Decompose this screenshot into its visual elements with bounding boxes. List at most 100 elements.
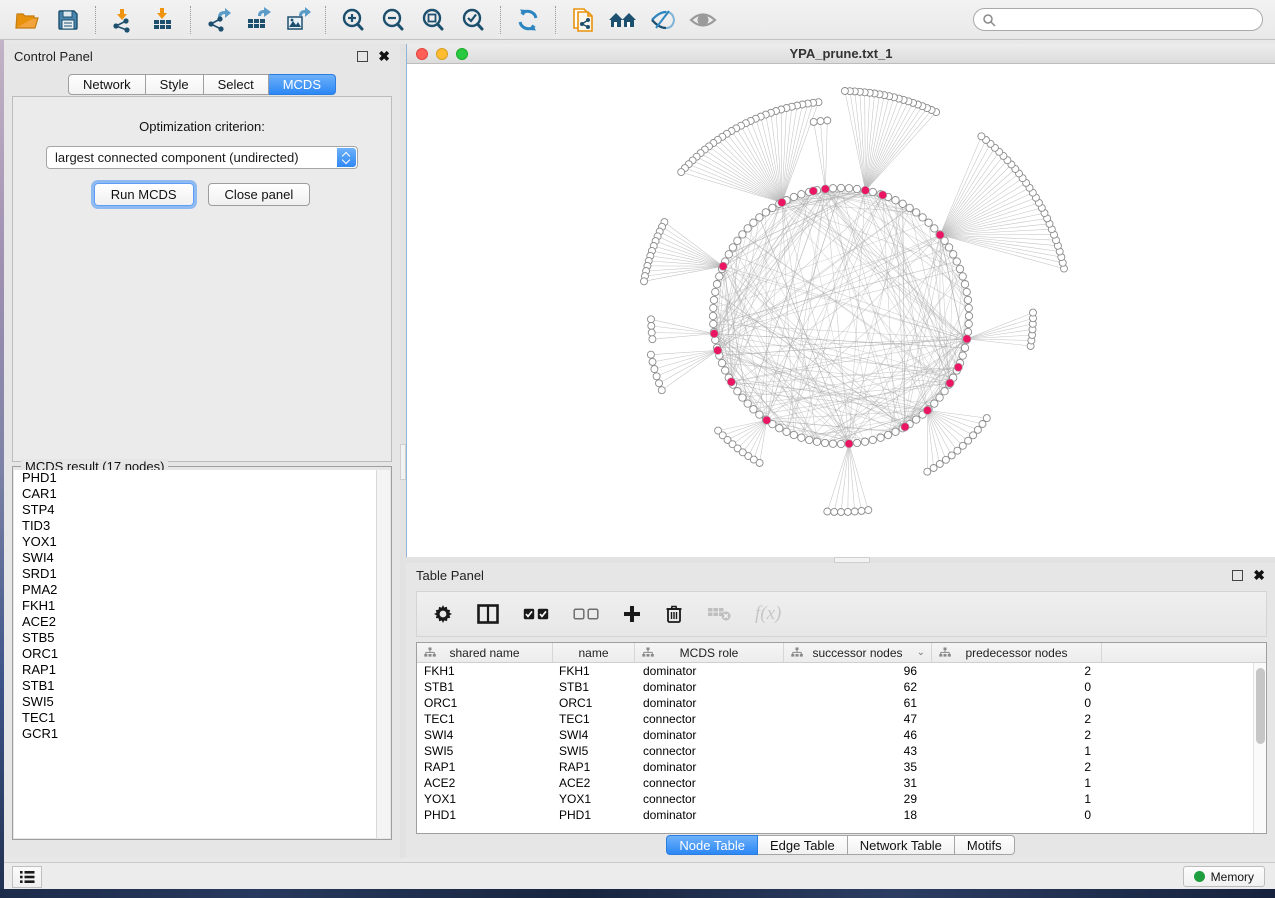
cell-name[interactable]: FKH1	[553, 664, 635, 678]
cell-name[interactable]: SWI4	[553, 728, 635, 742]
cell-predecessor-nodes[interactable]: 2	[932, 760, 1102, 774]
import-table-icon[interactable]	[143, 3, 183, 37]
network-window-titlebar[interactable]: YPA_prune.txt_1	[407, 44, 1275, 64]
cell-shared-name[interactable]: SWI4	[417, 728, 553, 742]
cell-name[interactable]: SWI5	[553, 744, 635, 758]
network-overview-icon[interactable]	[603, 3, 643, 37]
table-row[interactable]: FKH1 FKH1 dominator 96 2	[417, 663, 1253, 679]
cell-predecessor-nodes[interactable]: 2	[932, 664, 1102, 678]
cell-successor-nodes[interactable]: 29	[784, 792, 932, 806]
table-row[interactable]: ACE2 ACE2 connector 31 1	[417, 775, 1253, 791]
close-panel-icon[interactable]: ✖	[1253, 570, 1265, 581]
tab-node-table[interactable]: Node Table	[666, 835, 758, 855]
table-row[interactable]: ORC1 ORC1 dominator 61 0	[417, 695, 1253, 711]
cell-predecessor-nodes[interactable]: 1	[932, 744, 1102, 758]
cell-successor-nodes[interactable]: 31	[784, 776, 932, 790]
zoom-in-icon[interactable]	[333, 3, 373, 37]
cell-shared-name[interactable]: FKH1	[417, 664, 553, 678]
column-header-successor-nodes[interactable]: successor nodes ⌄	[784, 643, 932, 662]
cell-name[interactable]: YOX1	[553, 792, 635, 806]
cell-mcds-role[interactable]: dominator	[635, 696, 784, 710]
cell-shared-name[interactable]: SWI5	[417, 744, 553, 758]
cell-name[interactable]: STB1	[553, 680, 635, 694]
mcds-result-item[interactable]: STP4	[14, 502, 376, 518]
table-row[interactable]: SWI4 SWI4 dominator 46 2	[417, 727, 1253, 743]
cell-mcds-role[interactable]: connector	[635, 776, 784, 790]
mcds-result-item[interactable]: ACE2	[14, 614, 376, 630]
cell-mcds-role[interactable]: dominator	[635, 728, 784, 742]
table-row[interactable]: RAP1 RAP1 dominator 35 2	[417, 759, 1253, 775]
cell-successor-nodes[interactable]: 96	[784, 664, 932, 678]
table-settings-gear-icon[interactable]	[433, 604, 453, 624]
sort-chevron-icon[interactable]: ⌄	[917, 647, 925, 658]
clone-network-icon[interactable]	[563, 3, 603, 37]
cell-name[interactable]: ACE2	[553, 776, 635, 790]
cell-mcds-role[interactable]: dominator	[635, 760, 784, 774]
zoom-out-icon[interactable]	[373, 3, 413, 37]
cell-successor-nodes[interactable]: 61	[784, 696, 932, 710]
network-graph[interactable]	[407, 64, 1275, 556]
cell-mcds-role[interactable]: connector	[635, 792, 784, 806]
memory-status-button[interactable]: Memory	[1183, 866, 1265, 887]
close-panel-button[interactable]: Close panel	[208, 183, 311, 206]
table-row[interactable]: YOX1 YOX1 connector 29 1	[417, 791, 1253, 807]
delete-columns-trash-icon[interactable]	[665, 604, 683, 624]
show-graphics-details-icon[interactable]	[683, 3, 723, 37]
mcds-result-item[interactable]: TEC1	[14, 710, 376, 726]
tab-select[interactable]: Select	[204, 74, 269, 95]
cell-shared-name[interactable]: STB1	[417, 680, 553, 694]
cell-successor-nodes[interactable]: 47	[784, 712, 932, 726]
splitter-grip[interactable]	[400, 444, 406, 480]
export-network-icon[interactable]	[198, 3, 238, 37]
cell-mcds-role[interactable]: dominator	[635, 808, 784, 822]
save-session-icon[interactable]	[48, 3, 88, 37]
optimization-criterion-select[interactable]: largest connected component (undirected)	[46, 146, 358, 169]
table-row[interactable]: SWI5 SWI5 connector 43 1	[417, 743, 1253, 759]
mcds-result-item[interactable]: SWI4	[14, 550, 376, 566]
float-panel-icon[interactable]	[1232, 570, 1243, 581]
select-all-columns-icon[interactable]	[523, 608, 549, 620]
cell-successor-nodes[interactable]: 46	[784, 728, 932, 742]
network-canvas[interactable]	[407, 64, 1275, 557]
cell-shared-name[interactable]: ACE2	[417, 776, 553, 790]
import-network-icon[interactable]	[103, 3, 143, 37]
unselect-all-columns-icon[interactable]	[573, 608, 599, 620]
column-header-shared-name[interactable]: shared name	[417, 643, 553, 662]
zoom-selected-icon[interactable]	[453, 3, 493, 37]
horizontal-splitter[interactable]	[406, 557, 1275, 563]
mcds-list-scrollbar[interactable]	[377, 470, 390, 838]
search-input[interactable]	[996, 13, 1262, 27]
mcds-result-item[interactable]: GCR1	[14, 726, 376, 742]
table-row[interactable]: PHD1 PHD1 dominator 18 0	[417, 807, 1253, 823]
vertical-splitter[interactable]	[400, 44, 406, 858]
cell-name[interactable]: PHD1	[553, 808, 635, 822]
tab-mcds[interactable]: MCDS	[269, 74, 336, 95]
show-task-history-button[interactable]	[12, 866, 42, 888]
cell-predecessor-nodes[interactable]: 2	[932, 712, 1102, 726]
run-mcds-button[interactable]: Run MCDS	[94, 183, 194, 206]
mcds-result-item[interactable]: SWI5	[14, 694, 376, 710]
cell-name[interactable]: RAP1	[553, 760, 635, 774]
cell-shared-name[interactable]: ORC1	[417, 696, 553, 710]
cell-predecessor-nodes[interactable]: 0	[932, 808, 1102, 822]
table-row[interactable]: STB1 STB1 dominator 62 0	[417, 679, 1253, 695]
cell-predecessor-nodes[interactable]: 2	[932, 728, 1102, 742]
mcds-result-item[interactable]: SRD1	[14, 566, 376, 582]
cell-successor-nodes[interactable]: 62	[784, 680, 932, 694]
zoom-fit-icon[interactable]	[413, 3, 453, 37]
mcds-result-item[interactable]: YOX1	[14, 534, 376, 550]
create-column-icon[interactable]	[623, 605, 641, 623]
cell-name[interactable]: ORC1	[553, 696, 635, 710]
mcds-result-item[interactable]: CAR1	[14, 486, 376, 502]
tab-edge-table[interactable]: Edge Table	[758, 835, 848, 855]
cell-mcds-role[interactable]: connector	[635, 744, 784, 758]
cell-predecessor-nodes[interactable]: 1	[932, 776, 1102, 790]
table-scrollbar-thumb[interactable]	[1256, 668, 1265, 744]
hide-graphics-details-icon[interactable]	[643, 3, 683, 37]
tab-network[interactable]: Network	[68, 74, 146, 95]
open-session-icon[interactable]	[8, 3, 48, 37]
cell-successor-nodes[interactable]: 43	[784, 744, 932, 758]
mcds-result-item[interactable]: ORC1	[14, 646, 376, 662]
cell-shared-name[interactable]: YOX1	[417, 792, 553, 806]
tab-network-table[interactable]: Network Table	[848, 835, 955, 855]
